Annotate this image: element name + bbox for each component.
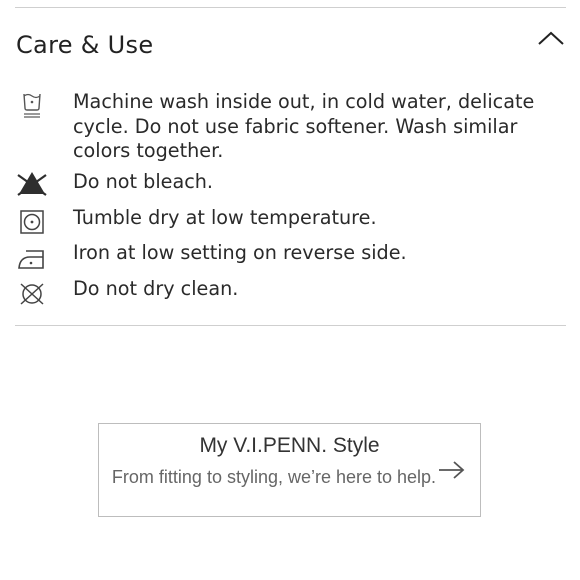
promo-subtitle: From fitting to styling, we’re here to h…: [111, 467, 437, 487]
chevron-up-icon[interactable]: [537, 30, 565, 46]
bottom-divider: [15, 325, 566, 326]
arrow-right-icon: [439, 461, 465, 479]
tumble-dry-low-icon: [20, 210, 44, 234]
machine-wash-cold-icon: [23, 93, 41, 118]
do-not-bleach-icon: [17, 172, 47, 196]
care-text: Do not bleach.: [73, 170, 214, 193]
promo-title: My V.I.PENN. Style: [199, 434, 380, 457]
care-text: Tumble dry at low temperature.: [73, 206, 377, 229]
top-divider: [15, 7, 566, 8]
care-text: Machine wash inside out, in cold water, …: [73, 90, 535, 162]
iron-low-icon: [18, 250, 44, 269]
care-text: Do not dry clean.: [73, 277, 239, 300]
do-not-dry-clean-icon: [20, 283, 44, 305]
section-title[interactable]: Care & Use: [16, 31, 153, 59]
care-text: Iron at low setting on reverse side.: [73, 241, 407, 264]
style-help-card[interactable]: My V.I.PENN. Style From fitting to styli…: [98, 423, 481, 517]
